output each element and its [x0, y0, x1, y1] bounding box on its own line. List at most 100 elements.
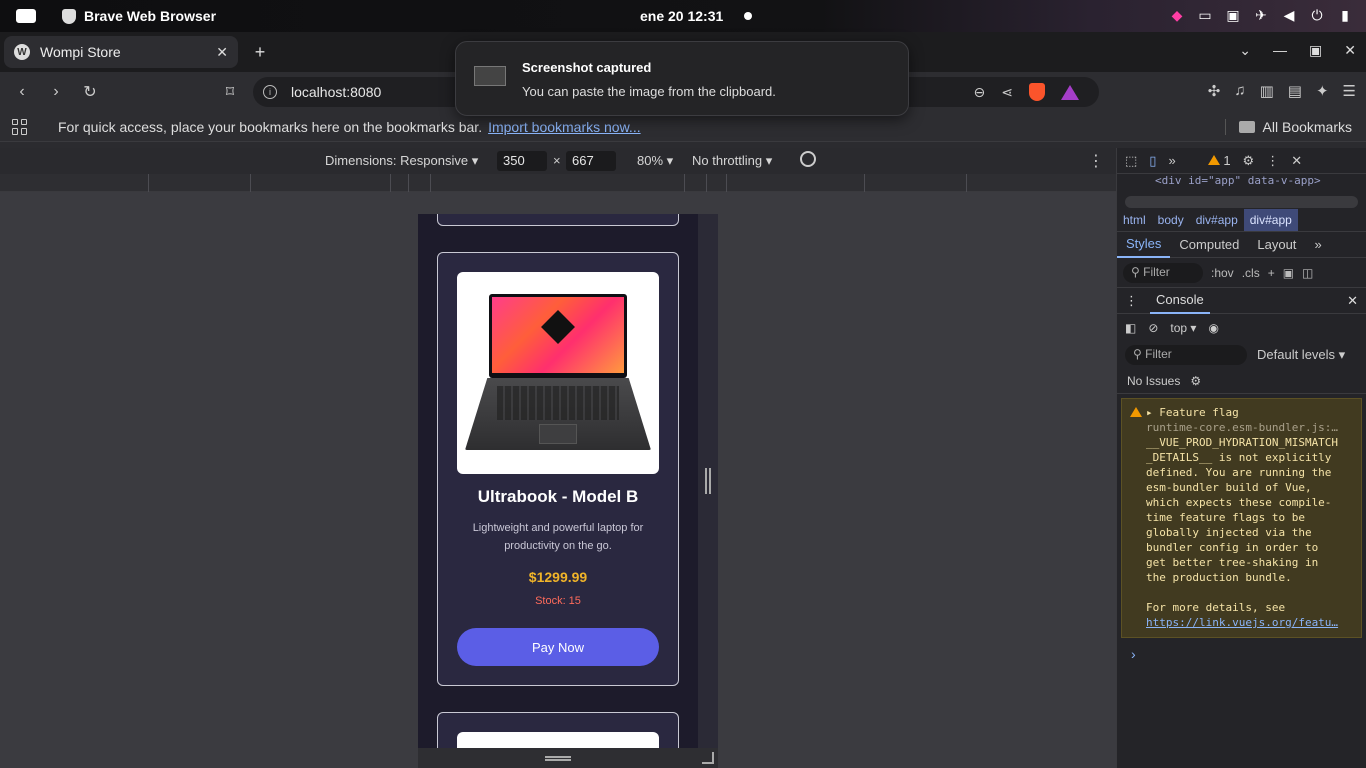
close-tab-icon[interactable]: ✕ [216, 44, 228, 61]
warning-line: globally injected via the [1146, 526, 1312, 539]
throttling-dropdown[interactable]: No throttling ▾ [692, 153, 772, 169]
minimize-icon[interactable]: — [1273, 42, 1287, 59]
breadcrumb-html[interactable]: html [1117, 213, 1152, 227]
console-sidebar-icon[interactable]: ◧ [1125, 321, 1136, 335]
apps-grid-icon[interactable] [12, 118, 28, 135]
device-toggle-icon[interactable]: ▯ [1149, 153, 1156, 169]
close-devtools-icon[interactable]: ✕ [1291, 153, 1302, 169]
site-info-icon[interactable]: i [263, 85, 277, 99]
elements-scrollbar[interactable] [1125, 196, 1358, 208]
zoom-dropdown[interactable]: 80% ▾ [637, 153, 673, 169]
toggle-sidebar-icon[interactable]: ◫ [1302, 266, 1313, 280]
maximize-icon[interactable]: ▣ [1309, 42, 1322, 59]
tab-wompi-store[interactable]: W Wompi Store ✕ [4, 36, 238, 68]
pay-now-button[interactable]: Pay Now [457, 628, 659, 666]
wompi-favicon-icon: W [14, 44, 30, 60]
console-filter-input[interactable]: ⚲ Filter [1125, 345, 1247, 365]
device-more-icon[interactable]: ⋮ [1088, 151, 1104, 171]
resize-bottom-handle[interactable] [545, 756, 571, 761]
brave-shields-icon[interactable] [1029, 83, 1045, 101]
media-icon[interactable]: ♫ [1234, 82, 1245, 100]
tab-search-icon[interactable]: ⌄ [1239, 42, 1251, 59]
colorful-app-icon[interactable]: ◆ [1168, 6, 1186, 24]
import-bookmarks-link[interactable]: Import bookmarks now... [488, 119, 641, 135]
volume-icon[interactable]: ◀ [1280, 6, 1298, 24]
share-icon[interactable]: ⋖ [1001, 84, 1013, 101]
breadcrumb-body[interactable]: body [1152, 213, 1190, 227]
warning-line: esm-bundler build of Vue, [1146, 481, 1312, 494]
console-tab[interactable]: Console [1150, 288, 1210, 314]
tab-styles[interactable]: Styles [1117, 232, 1171, 258]
url-text[interactable]: localhost:8080 [291, 84, 381, 100]
more-tabs-icon[interactable]: » [1168, 153, 1175, 168]
next-product-card [437, 712, 679, 748]
throttling-value: No throttling [692, 153, 763, 168]
bookmark-icon[interactable]: ⌑ [218, 80, 242, 104]
back-icon[interactable]: ‹ [10, 80, 34, 104]
bookmarks-bar: For quick access, place your bookmarks h… [0, 112, 1366, 142]
breadcrumb-div-app-selected[interactable]: div#app [1243, 208, 1298, 231]
focused-app[interactable]: Brave Web Browser [62, 8, 216, 24]
clear-console-icon[interactable]: ⊘ [1148, 321, 1158, 335]
inspect-icon[interactable]: ⬚ [1125, 153, 1137, 169]
devtools-menu-icon[interactable]: ⋮ [1266, 153, 1279, 169]
sidebar-icon[interactable]: ▥ [1260, 82, 1274, 100]
context-dropdown[interactable]: top ▾ [1170, 321, 1196, 335]
clock[interactable]: ene 20 12:31 [640, 8, 723, 24]
extensions-icon[interactable]: ✣ [1208, 82, 1221, 100]
forward-icon[interactable]: › [44, 80, 68, 104]
settings-icon[interactable]: ⚙ [1243, 153, 1255, 169]
all-bookmarks-button[interactable]: All Bookmarks [1238, 119, 1352, 135]
media-query-ruler[interactable] [0, 174, 1116, 192]
warning-source-link[interactable]: runtime-core.esm-bundler.js:… [1146, 420, 1355, 435]
omnibox-actions: ⊖ ⋖ [974, 83, 1079, 101]
power-icon[interactable]: ⏻ [1308, 6, 1326, 24]
hov-button[interactable]: :hov [1211, 266, 1234, 280]
leo-ai-icon[interactable]: ✦ [1316, 82, 1329, 100]
close-window-icon[interactable]: ✕ [1344, 42, 1356, 59]
drawer-menu-icon[interactable]: ⋮ [1125, 293, 1138, 309]
wallet-icon[interactable]: ▤ [1288, 82, 1302, 100]
new-tab-icon[interactable]: + [250, 42, 270, 62]
tab-layout[interactable]: Layout [1248, 237, 1305, 252]
live-expression-icon[interactable]: ◉ [1208, 321, 1218, 335]
reload-icon[interactable]: ↻ [78, 80, 102, 104]
warning-title[interactable]: ▸ Feature flag [1146, 405, 1355, 420]
console-warning-message[interactable]: ▸ Feature flag runtime-core.esm-bundler.… [1121, 398, 1362, 638]
cls-button[interactable]: .cls [1242, 266, 1260, 280]
close-drawer-icon[interactable]: ✕ [1347, 293, 1358, 309]
resize-corner-handle[interactable] [702, 752, 714, 764]
dimensions-dropdown[interactable]: Dimensions: Responsive ▾ [325, 153, 478, 169]
levels-dropdown[interactable]: Default levels ▾ [1257, 347, 1345, 363]
next-product-image [457, 732, 659, 748]
console-filter-row: ⚲ Filter Default levels ▾ [1117, 342, 1366, 368]
screenshot-notification[interactable]: Screenshot captured You can paste the im… [455, 41, 909, 116]
height-input[interactable]: 667 [566, 151, 616, 171]
issues-label[interactable]: No Issues [1127, 374, 1180, 388]
styles-subtabs: Styles Computed Layout » [1117, 232, 1366, 258]
notification-dot [744, 12, 752, 20]
menu-icon[interactable]: ☰ [1343, 82, 1356, 100]
warnings-badge[interactable]: 1 [1207, 153, 1231, 168]
new-rule-icon[interactable]: + [1268, 266, 1275, 280]
airplane-mode-icon[interactable]: ✈ [1252, 6, 1270, 24]
width-input[interactable]: 350 [497, 151, 547, 171]
element-snippet[interactable]: <div id="app" data-v-app> [1117, 174, 1366, 196]
battery-icon[interactable]: ▮ [1336, 6, 1354, 24]
brave-rewards-icon[interactable] [1061, 84, 1079, 100]
console-prompt[interactable]: › [1131, 646, 1366, 662]
resize-right-handle[interactable] [705, 468, 711, 494]
rotate-icon[interactable] [800, 151, 816, 167]
more-subtabs-icon[interactable]: » [1305, 237, 1330, 252]
console-drawer-header: ⋮ Console ✕ [1117, 288, 1366, 314]
breadcrumb-div-app[interactable]: div#app [1190, 213, 1244, 227]
paint-icon[interactable]: ▣ [1283, 266, 1294, 280]
activities-icon[interactable] [16, 9, 36, 23]
console-settings-icon[interactable]: ⚙ [1190, 374, 1201, 388]
tab-computed[interactable]: Computed [1170, 237, 1248, 252]
zoom-out-icon[interactable]: ⊖ [974, 84, 986, 101]
display-icon[interactable]: ▭ [1196, 6, 1214, 24]
styles-filter-input[interactable]: ⚲ Filter [1123, 262, 1203, 283]
vue-docs-link[interactable]: https://link.vuejs.org/featu… [1146, 615, 1355, 630]
screen-recorder-icon[interactable]: ▣ [1224, 6, 1242, 24]
